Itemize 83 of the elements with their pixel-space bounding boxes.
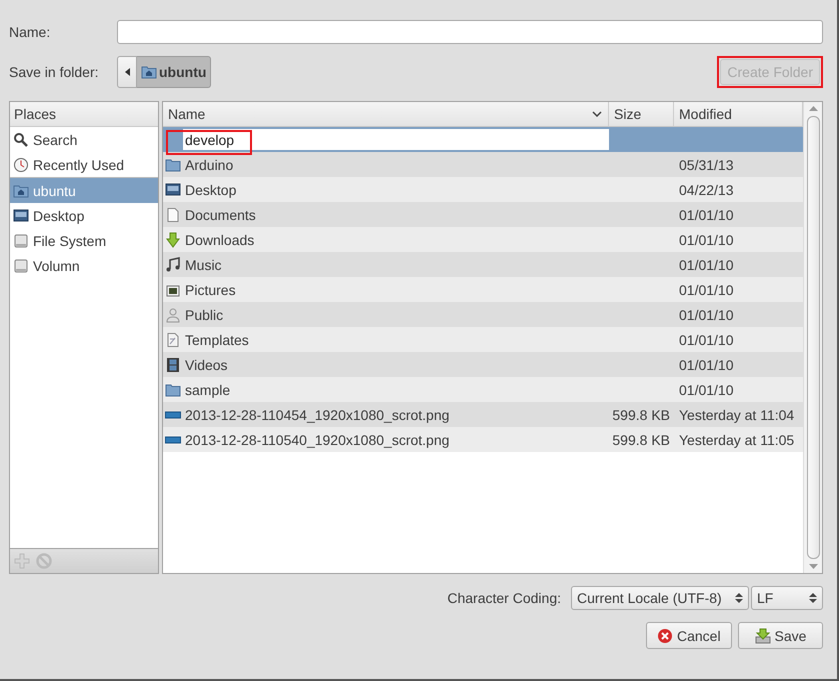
file-name: Arduino [185,156,234,172]
drive-icon [13,232,29,248]
left-triangle-icon [124,68,130,76]
line-ending-dropdown[interactable]: LF [751,586,823,610]
up-down-arrows-icon [809,592,817,604]
save-icon [754,628,771,644]
modified-date: 01/01/10 [679,356,734,372]
file-name: 2013-12-28-110540_1920x1080_scrot.png [185,432,450,448]
file-row[interactable]: Documents 01/01/10 [163,202,803,227]
cancel-button[interactable]: Cancel [646,622,732,649]
file-name: Downloads [185,232,254,248]
file-name: Templates [185,332,249,348]
home-folder-icon [13,182,29,198]
cancel-icon [657,628,673,644]
template-icon [165,332,181,348]
file-row[interactable]: 2013-12-28-110454_1920x1080_scrot.png 599.8 KB Yesterday at 11:04 [163,402,803,427]
folder-icon [165,382,181,398]
file-row[interactable]: Desktop 04/22/13 [163,177,803,202]
file-name: sample [185,382,230,398]
file-row[interactable]: sample 01/01/10 [163,377,803,402]
modified-date: 04/22/13 [679,182,734,198]
back-button[interactable] [117,56,137,88]
modified-date: 01/01/10 [679,306,734,322]
music-note-icon [165,256,181,272]
file-name: Desktop [185,182,236,198]
file-row[interactable]: Videos 01/01/10 [163,352,803,377]
sort-chevron-icon [592,111,602,117]
modified-date: 01/01/10 [679,256,734,272]
file-size: 599.8 KB [612,432,670,448]
remove-icon[interactable] [36,553,52,569]
place-item[interactable]: Recently Used [10,152,158,177]
search-icon [13,132,29,148]
file-size: 599.8 KB [612,406,670,422]
place-item[interactable]: Desktop [10,203,158,228]
desktop-icon [165,182,181,198]
file-row[interactable]: Pictures 01/01/10 [163,277,803,302]
name-column-header[interactable]: Name [163,102,609,126]
folder-icon [165,156,181,172]
folder-name-field[interactable]: develop [183,129,609,150]
modified-date: 05/31/13 [679,156,734,172]
file-row[interactable]: Templates 01/01/10 [163,327,803,352]
file-name: Public [185,306,224,322]
place-item[interactable]: File System [10,228,158,253]
modified-date: Yesterday at 11:04 [679,406,794,422]
encoding-dropdown[interactable]: Current Locale (UTF-8) [571,586,749,610]
file-name: Music [185,256,222,272]
file-row[interactable]: Arduino 05/31/13 [163,152,803,177]
drive-icon [13,258,29,274]
modified-date: 01/01/10 [679,206,734,222]
new-folder-row[interactable]: develop [163,127,803,152]
path-button[interactable]: ubuntu [137,56,212,88]
modified-date: Yesterday at 11:05 [679,432,794,448]
name-field[interactable] [117,20,823,44]
modified-date: 01/01/10 [679,332,734,348]
file-name: 2013-12-28-110454_1920x1080_scrot.png [185,406,450,422]
add-icon[interactable] [14,553,30,569]
save-button[interactable]: Save [738,622,823,649]
places-header[interactable]: Places [10,102,158,127]
file-name: Videos [185,356,228,372]
home-folder-icon [141,64,157,80]
file-row[interactable]: Music 01/01/10 [163,252,803,277]
file-name: Documents [185,206,256,222]
file-row[interactable]: 2013-12-28-110540_1920x1080_scrot.png 599.8 KB Yesterday at 11:05 [163,427,803,452]
scrollbar[interactable] [803,102,822,573]
film-icon [165,356,181,372]
modified-date: 01/01/10 [679,282,734,298]
modified-date: 01/01/10 [679,232,734,248]
name-label: Name: [9,24,52,40]
document-icon [165,206,181,222]
size-column-header[interactable]: Size [609,102,674,126]
file-name: Pictures [185,282,236,298]
up-down-arrows-icon [735,592,743,604]
file-row[interactable]: Public 01/01/10 [163,302,803,327]
clock-icon [13,156,29,172]
character-coding-label: Character Coding: [447,590,561,606]
desktop-icon [13,208,29,224]
download-arrow-icon [165,232,181,248]
place-item[interactable]: Volumn [10,253,158,278]
place-item[interactable]: Search [10,127,158,152]
modified-date: 01/01/10 [679,382,734,398]
save-in-folder-label: Save in folder: [9,64,100,80]
file-row[interactable]: Downloads 01/01/10 [163,227,803,252]
person-icon [165,306,181,322]
